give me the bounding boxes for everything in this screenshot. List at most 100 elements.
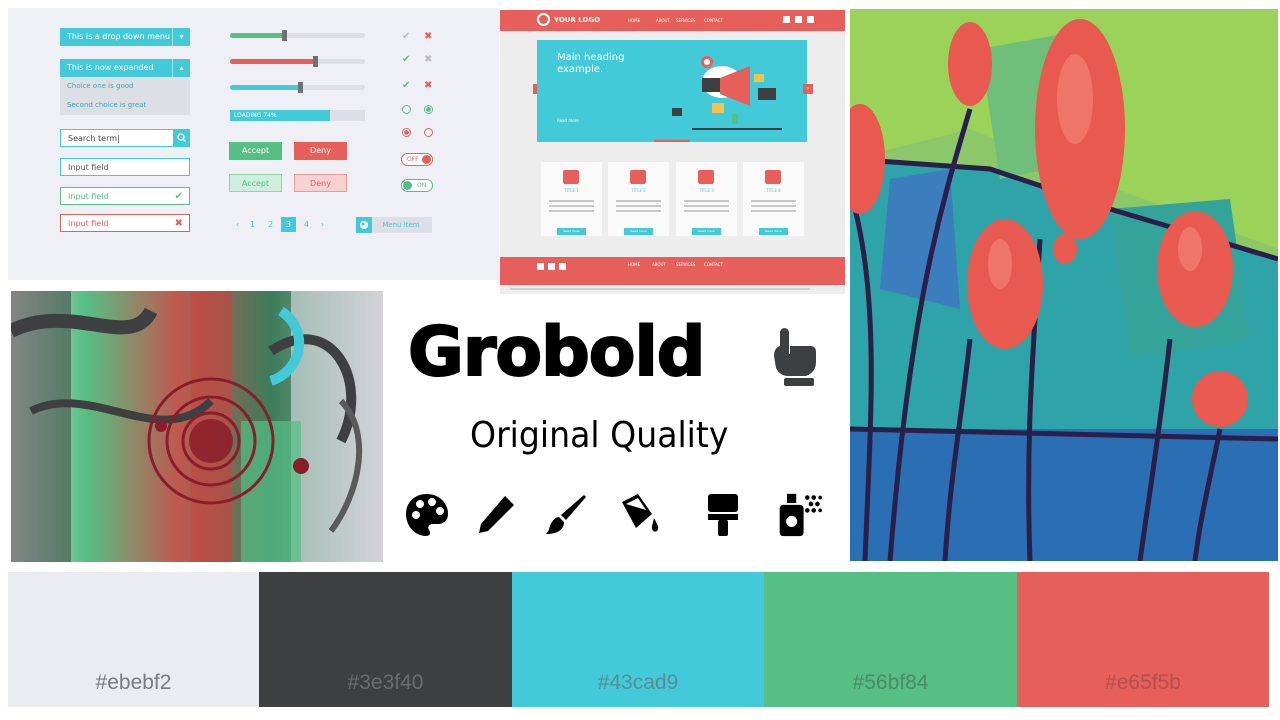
pencil-icon (479, 496, 514, 533)
check-icon: ✔ (174, 191, 183, 202)
card-read-more-button[interactable]: Read more (692, 228, 721, 235)
accept-button[interactable]: Accept (229, 142, 282, 160)
logo-icon (537, 13, 550, 26)
swatch-hex: #43cad9 (597, 671, 679, 694)
swatch-5: #e65f5b (1017, 572, 1269, 707)
radio-checked[interactable] (402, 128, 411, 137)
chevron-left-icon[interactable]: ‹ (230, 217, 245, 232)
slider-handle[interactable] (298, 82, 304, 93)
radio-unchecked[interactable] (402, 105, 411, 114)
search-icon[interactable] (173, 129, 190, 147)
card-title: TITLE 4 (766, 188, 781, 193)
chevron-down-icon: ▾ (172, 28, 190, 46)
cross-icon[interactable]: ✖ (424, 55, 432, 65)
page-4[interactable]: 4 (299, 217, 314, 232)
card-read-more-button[interactable]: Read more (557, 228, 586, 235)
card-title: TITLE 1 (564, 188, 579, 193)
swatch-4: #56bf84 (764, 572, 1017, 707)
menu-item[interactable]: Menu item (356, 217, 432, 233)
check-icon[interactable]: ✔ (402, 55, 410, 65)
footer-link-home[interactable]: HOME (628, 262, 640, 267)
swatch-3: #43cad9 (512, 572, 764, 707)
card-read-more-button[interactable]: Read more (759, 228, 788, 235)
input-field[interactable]: Input field (60, 158, 190, 176)
page-2[interactable]: 2 (263, 217, 278, 232)
twitter-icon[interactable] (783, 16, 790, 23)
input-error-text: Input field (68, 219, 109, 228)
nav-link-services[interactable]: SERVICES (676, 18, 695, 23)
cross-icon[interactable]: ✖ (424, 32, 432, 42)
slider-handle[interactable] (282, 30, 287, 41)
toggle-on-label: ON (417, 182, 427, 189)
feature-card: TITLE 2 Read more (608, 162, 669, 236)
dropdown-options: Choice one is good Second choice is grea… (60, 77, 190, 115)
chevron-right-icon[interactable]: › (315, 217, 330, 232)
nav-link-contact[interactable]: CONTACT (704, 18, 723, 23)
twitter-icon[interactable] (537, 263, 544, 270)
abstract-painting (11, 291, 383, 562)
dropdown-option-2[interactable]: Second choice is great (60, 96, 190, 115)
font-title: Grobold (407, 312, 706, 393)
page-1[interactable]: 1 (245, 217, 260, 232)
footer-link-about[interactable]: ABOUT (652, 262, 666, 267)
slider-blue[interactable] (230, 82, 365, 93)
search-input[interactable]: Search term| (60, 129, 190, 147)
palette-icon (406, 494, 448, 536)
footer-link-services[interactable]: SERVICES (676, 262, 695, 267)
dropdown-expanded[interactable]: This is now expanded ▴ (60, 59, 190, 77)
nav-link-about[interactable]: ABOUT (656, 18, 670, 23)
instagram-icon[interactable] (795, 16, 802, 23)
pointer-hand-icon (774, 328, 816, 386)
map-pin-icon (630, 170, 646, 184)
loading-label: LOADING 74% (234, 112, 277, 119)
footer-link-contact[interactable]: CONTACT (704, 262, 723, 267)
dropdown-label: This is a drop down menu (67, 32, 170, 41)
dropdown-expanded-label: This is now expanded (67, 63, 154, 72)
site-navbar: YOUR LOGO HOME ABOUT SERVICES CONTACT (500, 10, 845, 31)
check-icon[interactable]: ✔ (402, 81, 410, 91)
website-mockup: YOUR LOGO HOME ABOUT SERVICES CONTACT ‹ … (500, 10, 845, 294)
card-title: TITLE 2 (631, 188, 646, 193)
slider-handle[interactable] (313, 56, 319, 67)
check-icon[interactable]: ✔ (402, 32, 410, 42)
cloud-upload-icon (698, 170, 714, 184)
facebook-icon[interactable] (807, 16, 814, 23)
menu-item-label: Menu item (382, 221, 420, 229)
cross-icon[interactable]: ✖ (424, 81, 432, 91)
nav-link-home[interactable]: HOME (628, 18, 640, 23)
paint-bucket-icon (622, 494, 659, 532)
input-field-error[interactable]: Input field ✖ (60, 214, 190, 232)
dropdown-option-1[interactable]: Choice one is good (60, 77, 190, 96)
input-field-success[interactable]: Input field ✔ (60, 187, 190, 205)
slider-fill (230, 33, 284, 38)
slider-red[interactable] (230, 56, 365, 67)
radio-unchecked[interactable] (424, 128, 433, 137)
dropdown-menu[interactable]: This is a drop down menu ▾ (60, 28, 190, 46)
footer-copyright-bar (510, 288, 810, 290)
page-3-current[interactable]: 3 (281, 217, 296, 232)
loading-fill: LOADING 74% (230, 110, 330, 121)
tulip-painting (850, 9, 1278, 561)
instagram-icon[interactable] (548, 263, 555, 270)
toggle-on[interactable]: ON (401, 179, 433, 192)
feature-card: TITLE 3 Read more (676, 162, 737, 236)
toggle-off[interactable]: OFF (401, 153, 433, 166)
deny-button[interactable]: Deny (294, 142, 347, 160)
hero-read-more[interactable]: Read more (557, 118, 579, 123)
input-field-text: Input field (68, 163, 109, 172)
image-icon (563, 170, 579, 184)
radio-checked[interactable] (424, 105, 433, 114)
brush-icon (546, 495, 586, 534)
hero-banner: Main heading example. Read more (537, 40, 807, 142)
accept-button-disabled[interactable]: Accept (229, 174, 282, 192)
card-read-more-button[interactable]: Read more (624, 228, 653, 235)
slider-green[interactable] (230, 30, 365, 41)
deny-button-disabled[interactable]: Deny (294, 174, 347, 192)
site-logo[interactable]: YOUR LOGO (554, 16, 600, 24)
chevron-up-icon: ▴ (172, 59, 190, 77)
facebook-icon[interactable] (559, 263, 566, 270)
toggle-knob (403, 181, 412, 190)
feature-card: TITLE 4 Read more (743, 162, 804, 236)
carousel-next-icon[interactable]: › (803, 84, 813, 94)
building-icon (765, 170, 781, 184)
